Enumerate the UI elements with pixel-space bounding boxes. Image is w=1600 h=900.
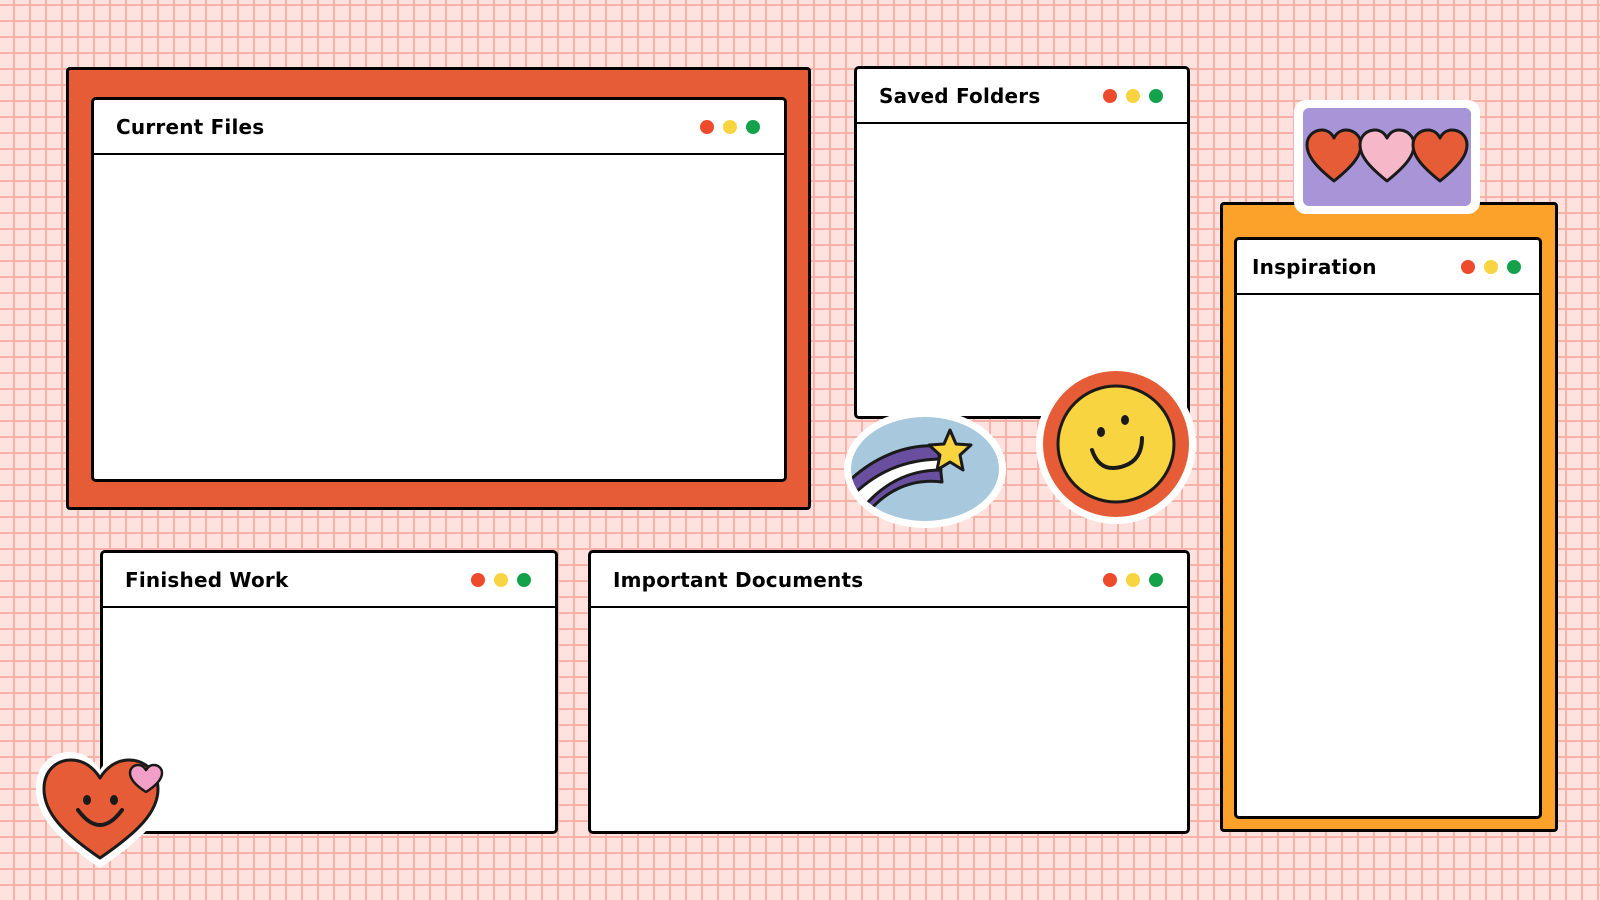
window-controls — [700, 119, 760, 134]
window-controls — [1461, 259, 1521, 274]
important-documents-content[interactable] — [591, 608, 1187, 831]
smiley-face-sticker — [1036, 364, 1196, 524]
window-controls — [1103, 88, 1163, 103]
current-files-content[interactable] — [94, 155, 784, 479]
window-controls — [471, 572, 531, 587]
finished-work-titlebar[interactable]: Finished Work — [103, 553, 555, 608]
maximize-dot[interactable] — [1149, 88, 1163, 103]
maximize-dot[interactable] — [746, 119, 760, 134]
minimize-dot[interactable] — [1126, 572, 1140, 587]
window-title: Current Files — [116, 114, 265, 139]
minimize-dot[interactable] — [723, 119, 737, 134]
heart-smiley-sticker — [36, 752, 166, 868]
window-controls — [1103, 572, 1163, 587]
minimize-dot[interactable] — [1484, 259, 1498, 274]
important-documents-window[interactable]: Important Documents — [588, 550, 1190, 834]
inspiration-content[interactable] — [1237, 295, 1539, 816]
maximize-dot[interactable] — [1507, 259, 1521, 274]
window-title: Finished Work — [125, 567, 289, 592]
current-files-titlebar[interactable]: Current Files — [94, 100, 784, 155]
important-documents-titlebar[interactable]: Important Documents — [591, 553, 1187, 608]
shooting-star-sticker — [844, 410, 1006, 528]
three-hearts-sticker — [1294, 100, 1480, 214]
close-dot[interactable] — [1461, 259, 1475, 274]
finished-work-window[interactable]: Finished Work — [100, 550, 558, 834]
close-dot[interactable] — [1103, 572, 1117, 587]
maximize-dot[interactable] — [517, 572, 531, 587]
window-title: Important Documents — [613, 567, 864, 592]
close-dot[interactable] — [700, 119, 714, 134]
close-dot[interactable] — [471, 572, 485, 587]
current-files-window[interactable]: Current Files — [91, 97, 787, 482]
minimize-dot[interactable] — [494, 572, 508, 587]
saved-folders-titlebar[interactable]: Saved Folders — [857, 69, 1187, 124]
minimize-dot[interactable] — [1126, 88, 1140, 103]
maximize-dot[interactable] — [1149, 572, 1163, 587]
inspiration-window[interactable]: Inspiration — [1234, 237, 1542, 819]
close-dot[interactable] — [1103, 88, 1117, 103]
inspiration-titlebar[interactable]: Inspiration — [1237, 240, 1539, 295]
window-title: Inspiration — [1252, 254, 1377, 279]
window-title: Saved Folders — [879, 83, 1041, 108]
finished-work-content[interactable] — [103, 608, 555, 831]
